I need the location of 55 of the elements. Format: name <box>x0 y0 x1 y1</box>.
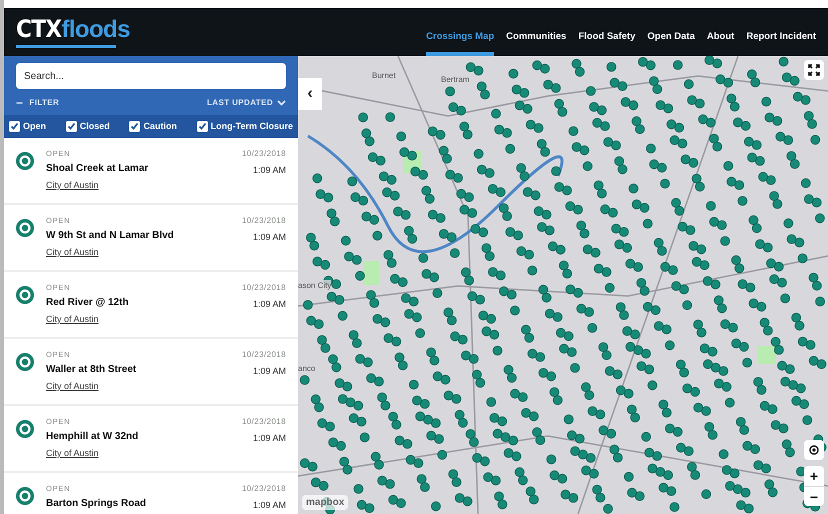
filter-checkbox[interactable]: Long-Term Closure <box>196 120 293 134</box>
update-date: 10/23/2018 <box>242 349 286 361</box>
open-status-icon <box>16 286 34 304</box>
update-time: 1:09 AM <box>252 164 286 177</box>
zoom-out-button[interactable]: − <box>804 486 824 506</box>
community-link[interactable]: City of Austin <box>46 244 99 260</box>
geolocate-button[interactable] <box>804 440 824 460</box>
crossing-name: Red River @ 12th <box>46 296 130 310</box>
open-status-icon <box>16 152 34 170</box>
fullscreen-button[interactable] <box>804 60 824 80</box>
update-date: 10/23/2018 <box>242 416 286 428</box>
crossing-name: W 9th St and N Lamar Blvd <box>46 229 175 243</box>
update-time: 1:09 AM <box>252 365 286 378</box>
logo[interactable]: CTXfloods <box>16 8 130 56</box>
checkbox[interactable] <box>196 121 208 132</box>
checkbox[interactable] <box>9 121 20 132</box>
open-status-icon <box>16 487 34 505</box>
community-link[interactable]: City of Austin <box>46 311 99 327</box>
filter-checkbox[interactable]: Caution <box>129 120 177 134</box>
checkbox[interactable] <box>129 121 140 132</box>
nav-link[interactable]: Report Incident <box>746 8 816 56</box>
checkbox[interactable] <box>66 121 77 132</box>
filter-checkbox[interactable]: Open <box>9 120 46 134</box>
update-date: 10/23/2018 <box>242 215 286 227</box>
update-time: 1:09 AM <box>252 432 286 445</box>
map-attribution[interactable]: mapbox <box>302 495 348 510</box>
community-link[interactable]: City of Austin <box>46 445 99 461</box>
update-time: 1:09 AM <box>252 231 286 244</box>
location-target-icon <box>808 444 820 456</box>
open-status-icon <box>16 420 34 438</box>
nav-link[interactable]: About <box>706 8 734 56</box>
zoom-in-button[interactable]: + <box>804 466 824 486</box>
crossing-name: Hemphill at W 32nd <box>46 430 140 444</box>
crossing-name: Waller at 8th Street <box>46 363 138 377</box>
search-field[interactable]: Search... <box>16 63 286 89</box>
update-date: 10/23/2018 <box>242 483 286 495</box>
open-status-icon <box>16 219 34 237</box>
filter-checkbox[interactable]: Closed <box>66 120 110 134</box>
chevron-down-icon <box>277 100 286 106</box>
update-date: 10/23/2018 <box>242 148 286 160</box>
community-link[interactable]: City of Austin <box>46 378 99 394</box>
update-time: 1:09 AM <box>252 499 286 512</box>
update-date: 10/23/2018 <box>242 282 286 294</box>
community-link[interactable]: City of Austin <box>46 177 99 193</box>
update-time: 1:09 AM <box>252 298 286 311</box>
nav-link[interactable]: Flood Safety <box>578 8 636 56</box>
collapse-sidebar-button[interactable]: ‹ <box>298 78 322 110</box>
sort-dropdown[interactable]: LAST UPDATED <box>207 97 286 109</box>
nav-link[interactable]: Communities <box>506 8 566 56</box>
place-label: ason City <box>298 280 332 292</box>
crossing-name: Shoal Creek at Lamar <box>46 162 150 176</box>
crossing-name: Barton Springs Road <box>46 497 148 511</box>
nav-link[interactable]: Open Data <box>647 8 695 56</box>
open-status-icon <box>16 353 34 371</box>
filter-toggle[interactable]: − FILTER <box>16 97 60 109</box>
